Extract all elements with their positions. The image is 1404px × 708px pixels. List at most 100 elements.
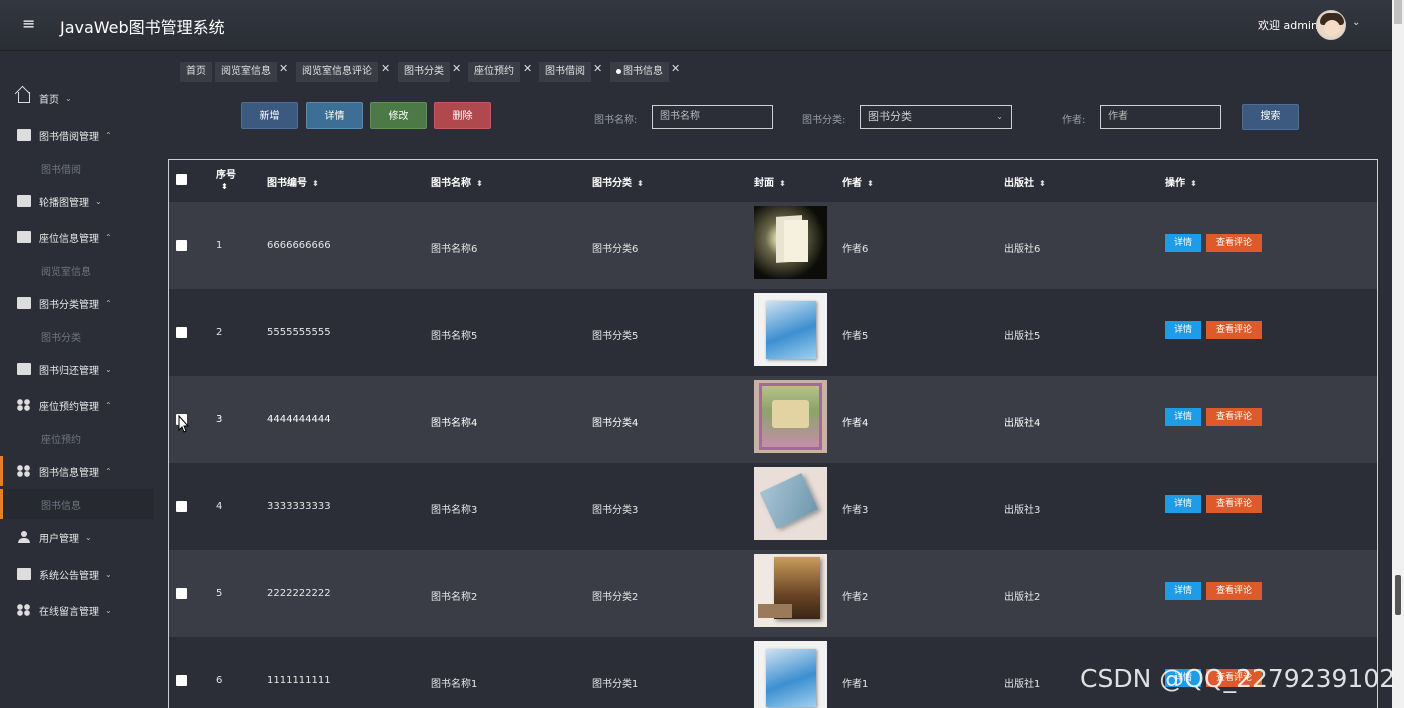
author-input[interactable]: 作者 xyxy=(1100,105,1221,129)
cell-index: 6 xyxy=(216,675,223,686)
page-scrollbar[interactable] xyxy=(1392,0,1404,708)
sort-icon[interactable]: ⬍ xyxy=(476,179,483,188)
tab-seat-booking[interactable]: 座位预约 xyxy=(468,62,520,82)
sort-icon[interactable]: ⬍ xyxy=(1190,179,1197,188)
author-label: 作者: xyxy=(1062,115,1086,126)
close-icon[interactable]: ✕ xyxy=(593,62,602,75)
chart-icon xyxy=(17,297,31,309)
tab-book-category[interactable]: 图书分类 xyxy=(398,62,450,82)
sort-icon[interactable]: ⬍ xyxy=(779,179,786,188)
search-button[interactable]: 搜索 xyxy=(1242,104,1299,130)
sidebar-item-seat-info-mgmt[interactable]: 座位信息管理 ⌃ xyxy=(0,222,154,252)
sidebar-item-return-mgmt[interactable]: 图书归还管理 ⌄ xyxy=(0,354,154,384)
tab-book-info[interactable]: 图书信息 xyxy=(610,62,669,82)
column-header-label: 作者 xyxy=(842,178,862,189)
sidebar-sub-book-info[interactable]: 图书信息 xyxy=(0,489,154,519)
sidebar-item-notice-mgmt[interactable]: 系统公告管理 ⌄ xyxy=(0,559,154,589)
column-header-code[interactable]: 图书编号 ⬍ xyxy=(267,174,319,189)
seat-icon xyxy=(17,231,31,243)
sidebar-item-message-mgmt[interactable]: 在线留言管理 ⌄ xyxy=(0,595,154,625)
sidebar-sub-borrow[interactable]: 图书借阅 xyxy=(0,153,154,183)
avatar[interactable] xyxy=(1316,10,1346,40)
tab-book-borrow[interactable]: 图书借阅 xyxy=(539,62,591,82)
sidebar-item-seat-booking-mgmt[interactable]: 座位预约管理 ⌃ xyxy=(0,390,154,420)
table-row[interactable]: 5 2222222222 图书名称2 图书分类2 作者2 出版社2 详情 查看评… xyxy=(169,550,1377,637)
sidebar-item-carousel-mgmt[interactable]: 轮播图管理 ⌄ xyxy=(0,186,154,216)
table-row[interactable]: 2 5555555555 图书名称5 图书分类5 作者5 出版社5 详情 查看评… xyxy=(169,289,1377,376)
tab-home[interactable]: 首页 xyxy=(180,62,212,82)
notice-icon xyxy=(17,568,31,580)
column-header-author[interactable]: 作者 ⬍ xyxy=(842,174,874,189)
sidebar-sub-reading-room[interactable]: 阅览室信息 xyxy=(0,255,154,285)
chevron-down-icon[interactable]: ⌄ xyxy=(1352,17,1360,28)
row-detail-button[interactable]: 详情 xyxy=(1165,495,1201,513)
column-header-category[interactable]: 图书分类 ⬍ xyxy=(592,174,644,189)
table-row[interactable]: 4 3333333333 图书名称3 图书分类3 作者3 出版社3 详情 查看评… xyxy=(169,463,1377,550)
row-detail-button[interactable]: 详情 xyxy=(1165,582,1201,600)
close-icon[interactable]: ✕ xyxy=(671,62,680,75)
tab-reading-room-comments[interactable]: 阅览室信息评论 xyxy=(296,62,378,82)
row-comment-button[interactable]: 查看评论 xyxy=(1206,408,1262,426)
sort-icon[interactable]: ⬍ xyxy=(867,179,874,188)
column-header-publisher[interactable]: 出版社 ⬍ xyxy=(1004,174,1046,189)
sort-icon[interactable]: ⬍ xyxy=(221,182,228,191)
row-detail-button[interactable]: 详情 xyxy=(1165,234,1201,252)
row-comment-button[interactable]: 查看评论 xyxy=(1206,234,1262,252)
row-detail-button[interactable]: 详情 xyxy=(1165,408,1201,426)
sidebar-item-label: 图书借阅管理 xyxy=(39,131,99,143)
row-checkbox[interactable] xyxy=(176,501,187,512)
column-header-name[interactable]: 图书名称 ⬍ xyxy=(431,174,483,189)
close-icon[interactable]: ✕ xyxy=(279,62,288,75)
tab-label: 图书信息 xyxy=(623,66,663,77)
sidebar-item-label: 座位信息管理 xyxy=(39,233,99,245)
category-select[interactable]: 图书分类 ⌄ xyxy=(860,105,1012,129)
close-icon[interactable]: ✕ xyxy=(523,62,532,75)
close-icon[interactable]: ✕ xyxy=(452,62,461,75)
sort-icon[interactable]: ⬍ xyxy=(637,179,644,188)
book-name-input[interactable]: 图书名称 xyxy=(652,105,773,129)
user-icon xyxy=(17,531,31,543)
sidebar-item-book-info-mgmt[interactable]: 图书信息管理 ⌃ xyxy=(0,456,154,486)
cell-category: 图书分类3 xyxy=(592,505,639,516)
row-comment-button[interactable]: 查看评论 xyxy=(1206,495,1262,513)
sort-icon[interactable]: ⬍ xyxy=(312,179,319,188)
row-comment-button[interactable]: 查看评论 xyxy=(1206,582,1262,600)
cell-author: 作者5 xyxy=(842,331,869,342)
sidebar-sub-category[interactable]: 图书分类 xyxy=(0,321,154,351)
row-comment-button[interactable]: 查看评论 xyxy=(1206,321,1262,339)
column-header-index[interactable]: 序号 xyxy=(216,166,236,181)
table-row[interactable]: 1 6666666666 图书名称6 图书分类6 作者6 出版社6 详情 查看评… xyxy=(169,202,1377,289)
select-all-checkbox[interactable] xyxy=(176,174,187,185)
sidebar-item-label: 在线留言管理 xyxy=(39,606,99,618)
cell-name: 图书名称4 xyxy=(431,418,478,429)
edit-button[interactable]: 修改 xyxy=(370,102,427,129)
sidebar-item-user-mgmt[interactable]: 用户管理 ⌄ xyxy=(0,522,154,552)
sidebar-item-home[interactable]: 首页 ⌄ xyxy=(0,83,154,113)
sidebar-item-category-mgmt[interactable]: 图书分类管理 ⌃ xyxy=(0,288,154,318)
tab-reading-room[interactable]: 阅览室信息 xyxy=(215,62,277,82)
active-dot-icon xyxy=(616,68,621,74)
row-checkbox[interactable] xyxy=(176,240,187,251)
add-button[interactable]: 新增 xyxy=(241,102,298,129)
column-header-cover[interactable]: 封面 ⬍ xyxy=(754,174,786,189)
cell-author: 作者1 xyxy=(842,679,869,690)
sidebar-item-borrow-mgmt[interactable]: 图书借阅管理 ⌃ xyxy=(0,120,154,150)
cell-name: 图书名称5 xyxy=(431,331,478,342)
delete-button[interactable]: 删除 xyxy=(434,102,491,129)
scrollbar-thumb[interactable] xyxy=(1394,0,1402,24)
sort-icon[interactable]: ⬍ xyxy=(1039,179,1046,188)
column-header-actions[interactable]: 操作 ⬍ xyxy=(1165,174,1197,189)
cell-code: 4444444444 xyxy=(267,414,331,425)
hamburger-icon[interactable]: ≡ xyxy=(22,15,38,33)
row-detail-button[interactable]: 详情 xyxy=(1165,321,1201,339)
cell-name: 图书名称6 xyxy=(431,244,478,255)
sidebar-sub-seat-booking[interactable]: 座位预约 xyxy=(0,423,154,453)
detail-button[interactable]: 详情 xyxy=(306,102,363,129)
row-checkbox[interactable] xyxy=(176,675,187,686)
grid-icon xyxy=(17,399,31,411)
table-row[interactable]: 3 4444444444 图书名称4 图书分类4 作者4 出版社4 详情 查看评… xyxy=(169,376,1377,463)
watermark-text: CSDN @QQ_2279239102 xyxy=(1080,664,1396,693)
row-checkbox[interactable] xyxy=(176,588,187,599)
close-icon[interactable]: ✕ xyxy=(381,62,390,75)
row-checkbox[interactable] xyxy=(176,327,187,338)
